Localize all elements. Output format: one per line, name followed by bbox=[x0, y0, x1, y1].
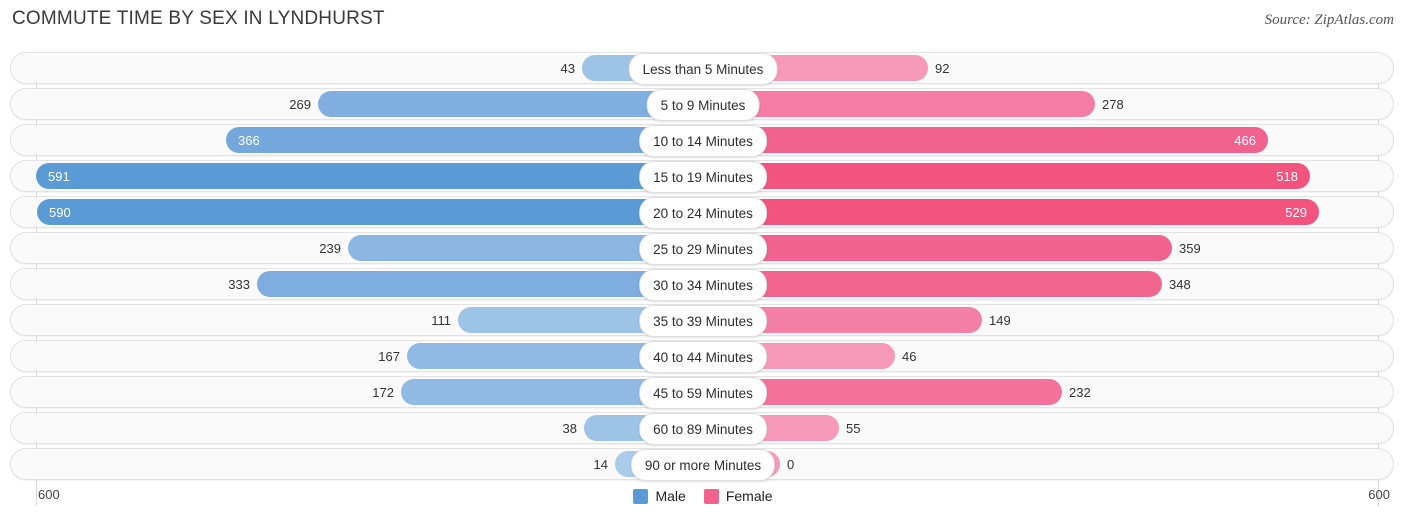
plot-area: 43 92 Less than 5 Minutes 269 278 5 to 9 Minu… bbox=[0, 52, 1406, 506]
bar-value-male: 590 bbox=[49, 204, 71, 220]
category-label: 20 to 24 Minutes bbox=[639, 197, 767, 229]
bar-value-female: 55 bbox=[846, 420, 861, 436]
bar-value-female: 46 bbox=[902, 348, 917, 364]
bar-value-male: 269 bbox=[289, 96, 311, 112]
bar-value-male: 172 bbox=[372, 384, 394, 400]
category-label: 30 to 34 Minutes bbox=[639, 269, 767, 301]
category-label: 15 to 19 Minutes bbox=[639, 161, 767, 193]
bar-value-female: 348 bbox=[1169, 276, 1191, 292]
page-title: COMMUTE TIME BY SEX IN LYNDHURST bbox=[12, 8, 385, 29]
bar-value-female: 232 bbox=[1069, 384, 1091, 400]
chart-row: 366 466 10 to 14 Minutes bbox=[0, 124, 1406, 157]
bar-value-female: 149 bbox=[989, 312, 1011, 328]
bar-value-male: 14 bbox=[593, 456, 608, 472]
bar-female[interactable]: 518 bbox=[703, 163, 1310, 189]
category-label: 25 to 29 Minutes bbox=[639, 233, 767, 265]
chart-row: 239 359 25 to 29 Minutes bbox=[0, 232, 1406, 265]
legend: Male Female bbox=[0, 488, 1406, 504]
bar-value-male: 38 bbox=[562, 420, 577, 436]
chart-row: 333 348 30 to 34 Minutes bbox=[0, 268, 1406, 301]
chart-row: 172 232 45 to 59 Minutes bbox=[0, 376, 1406, 409]
legend-item-male[interactable]: Male bbox=[633, 488, 686, 504]
category-label: 90 or more Minutes bbox=[630, 449, 776, 481]
bar-value-male: 333 bbox=[228, 276, 250, 292]
legend-label-female: Female bbox=[725, 488, 773, 504]
category-label: 5 to 9 Minutes bbox=[646, 89, 760, 121]
bar-female[interactable] bbox=[703, 235, 1172, 261]
bar-value-male: 591 bbox=[48, 168, 70, 184]
bar-value-female: 518 bbox=[1276, 168, 1298, 184]
chart-row: 38 55 60 to 89 Minutes bbox=[0, 412, 1406, 445]
bar-value-female: 92 bbox=[935, 60, 950, 76]
chart-row: 269 278 5 to 9 Minutes bbox=[0, 88, 1406, 121]
bar-value-male: 43 bbox=[560, 60, 575, 76]
bar-female[interactable]: 529 bbox=[703, 199, 1319, 225]
category-label: 10 to 14 Minutes bbox=[639, 125, 767, 157]
bar-female[interactable] bbox=[703, 271, 1162, 297]
chart-row: 591 518 15 to 19 Minutes bbox=[0, 160, 1406, 193]
bar-female[interactable]: 466 bbox=[703, 127, 1268, 153]
chart-root: COMMUTE TIME BY SEX IN LYNDHURST Source:… bbox=[0, 0, 1406, 523]
legend-swatch-male-icon bbox=[633, 488, 649, 504]
chart-row: 590 529 20 to 24 Minutes bbox=[0, 196, 1406, 229]
bar-male[interactable] bbox=[257, 271, 703, 297]
bar-male[interactable]: 366 bbox=[226, 127, 703, 153]
bar-value-male: 167 bbox=[378, 348, 400, 364]
category-label: 35 to 39 Minutes bbox=[639, 305, 767, 337]
chart-row: 43 92 Less than 5 Minutes bbox=[0, 52, 1406, 85]
category-label: 60 to 89 Minutes bbox=[639, 413, 767, 445]
legend-item-female[interactable]: Female bbox=[703, 488, 773, 504]
bar-value-female: 359 bbox=[1179, 240, 1201, 256]
category-label: Less than 5 Minutes bbox=[628, 53, 778, 85]
bar-value-female: 529 bbox=[1285, 204, 1307, 220]
chart-row: 14 0 90 or more Minutes bbox=[0, 448, 1406, 481]
category-label: 45 to 59 Minutes bbox=[639, 377, 767, 409]
bar-value-female: 278 bbox=[1102, 96, 1124, 112]
bar-value-female: 0 bbox=[787, 456, 795, 472]
chart-row: 167 46 40 to 44 Minutes bbox=[0, 340, 1406, 373]
bar-male[interactable]: 590 bbox=[37, 199, 703, 225]
bar-value-male: 111 bbox=[431, 312, 451, 328]
bar-male[interactable]: 591 bbox=[36, 163, 703, 189]
source-attribution: Source: ZipAtlas.com bbox=[1264, 12, 1394, 28]
legend-label-male: Male bbox=[655, 488, 686, 504]
bar-female[interactable] bbox=[703, 91, 1095, 117]
bar-male[interactable] bbox=[318, 91, 703, 117]
bar-value-male: 239 bbox=[319, 240, 341, 256]
legend-swatch-female-icon bbox=[703, 488, 719, 504]
bar-value-female: 466 bbox=[1234, 132, 1256, 148]
chart-row: 111 149 35 to 39 Minutes bbox=[0, 304, 1406, 337]
category-label: 40 to 44 Minutes bbox=[639, 341, 767, 373]
bar-value-male: 366 bbox=[238, 132, 260, 148]
